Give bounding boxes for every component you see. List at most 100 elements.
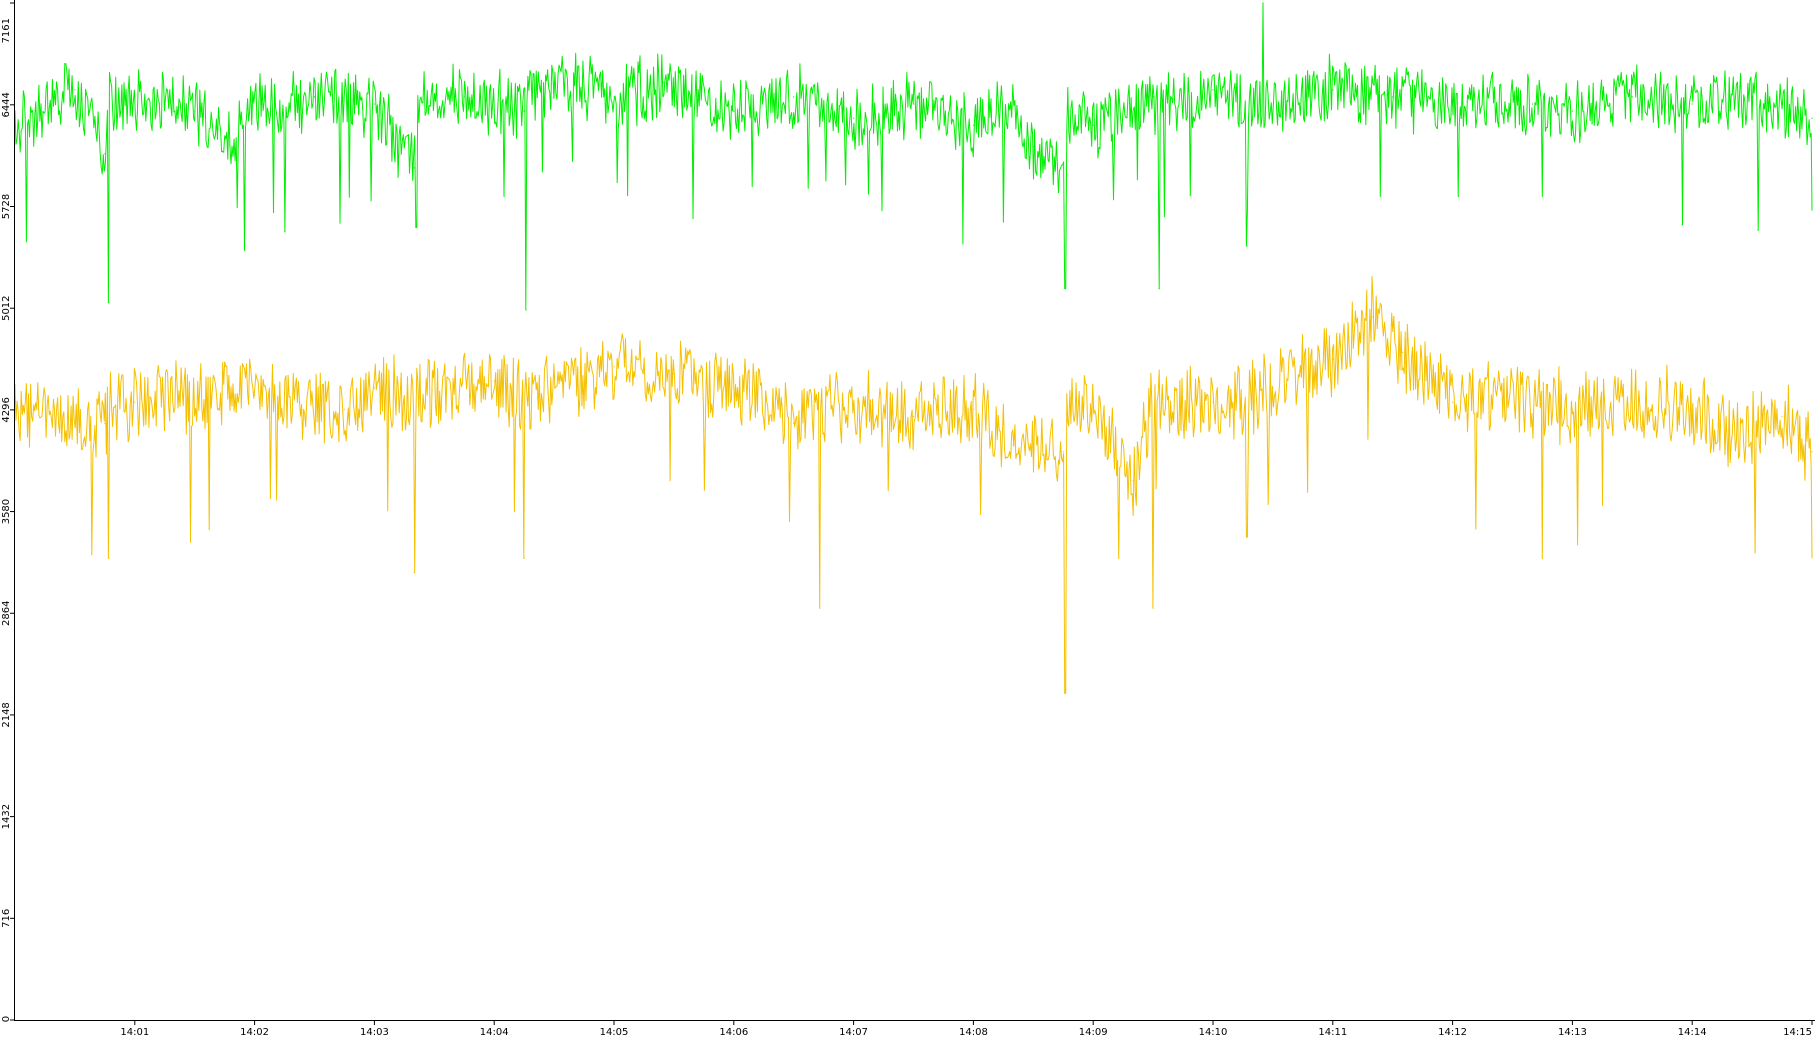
y-tick-label: 5012 [1,295,12,320]
series-1-point [108,302,110,304]
series-1-point [415,226,417,229]
series-1-point [1032,146,1034,148]
series-1-point [1757,229,1759,231]
x-tick-label: 14:13 [1558,1027,1587,1038]
series-1-point [1246,245,1248,247]
series-2-point [793,422,795,425]
series-1-point [463,96,465,98]
series-2-point [613,366,615,368]
series-1-point [912,103,915,105]
y-tick-label: 716 [1,909,12,928]
series-1-point [104,153,106,155]
series-2-point [1372,316,1374,318]
series-2-point [1332,359,1334,361]
series-1-point [793,96,795,98]
series-2-point [1452,401,1454,403]
series-1-point [1392,96,1394,98]
series-2-point [673,373,675,375]
x-tick-label: 14:14 [1678,1027,1707,1038]
series-1-point [525,309,527,311]
y-tick-label: 6444 [1,92,12,117]
series-1-point [972,124,975,126]
series-1-point [853,117,855,119]
y-tick-label: 7161 [1,18,12,43]
series-2-point [254,394,256,396]
series-1-point [1062,167,1064,169]
series-1-point [1541,195,1544,197]
y-tick-label: 0 [1,1016,12,1022]
series-1-point [1571,110,1573,112]
series-1-point [1158,288,1160,290]
series-2-point [1781,415,1783,417]
series-2-point [1731,437,1733,439]
series-1-point [1212,89,1214,91]
series-1-point [413,167,415,169]
x-tick-label: 14:02 [240,1027,269,1038]
series-1-point [1681,224,1683,226]
series-2-point [1012,444,1014,446]
series-1-point [1811,117,1813,119]
series-1-point [663,82,665,84]
series-1-point [1631,96,1633,98]
series-1-point [313,96,316,98]
series-2-point [373,387,375,389]
series-2-point [1631,401,1633,403]
x-tick-label: 14:10 [1199,1027,1228,1038]
series-2-point [1092,408,1094,410]
series-2-point [134,401,136,403]
series-2-point [108,557,110,560]
y-tick-label: 4296 [1,397,12,422]
series-2-point [523,557,525,560]
series-1-point [1002,221,1005,223]
series-1-point [134,96,136,98]
series-1-point [1452,103,1454,105]
x-tick-label: 14:08 [959,1027,988,1038]
x-tick-label: 14:03 [360,1027,389,1038]
x-tick-label: 14:12 [1438,1027,1467,1038]
series-1-point [244,249,246,251]
series-2-point [1571,408,1573,410]
series-1-point [523,110,525,112]
series-1-point [74,89,76,91]
y-tick-label: 1432 [1,804,12,829]
series-2-point [1132,479,1134,481]
series-2-point [1064,692,1066,695]
x-tick-label: 14:06 [719,1027,748,1038]
series-2-point [1691,408,1693,410]
x-tick-label: 14:04 [480,1027,509,1038]
series-1-point [553,82,555,84]
series-2-point [733,387,735,389]
series-1-point [733,110,735,112]
series-1-point [1064,288,1066,290]
series-2-point [1811,451,1813,453]
series-1-point [1458,195,1460,197]
series-1-point [194,110,196,112]
series-2-point [1541,557,1544,560]
series-2-point [1402,351,1404,354]
series-1-point [1152,96,1154,98]
series-1-point [1691,103,1693,105]
series-2-point [1212,401,1214,403]
x-tick-label: 14:15 [1783,1027,1812,1038]
series-2-point [493,380,495,382]
series-2-point [413,572,415,574]
series-1-point [284,231,286,233]
series-1-point [1262,2,1264,4]
series-1-point [613,96,615,98]
series-2-point [1062,451,1064,453]
series-1-point [234,153,236,155]
series-1-point [1332,89,1334,91]
x-tick-label: 14:07 [839,1027,868,1038]
series-2-point [972,408,975,410]
x-tick-label: 14:11 [1318,1027,1347,1038]
series-2-point [853,408,855,410]
y-tick-label: 2864 [1,601,12,626]
series-1-point [1092,124,1094,126]
y-tick-label: 5728 [1,194,12,219]
x-tick-label: 14:05 [600,1027,629,1038]
series-2-point [343,408,345,410]
x-tick-label: 14:01 [120,1027,149,1038]
line-chart: 0 716 1432 2148 2864 3580 4296 5012 5728 6444 7161… [0,0,1815,1039]
series-2-point [1246,536,1248,538]
y-tick-label: 3580 [1,499,12,524]
